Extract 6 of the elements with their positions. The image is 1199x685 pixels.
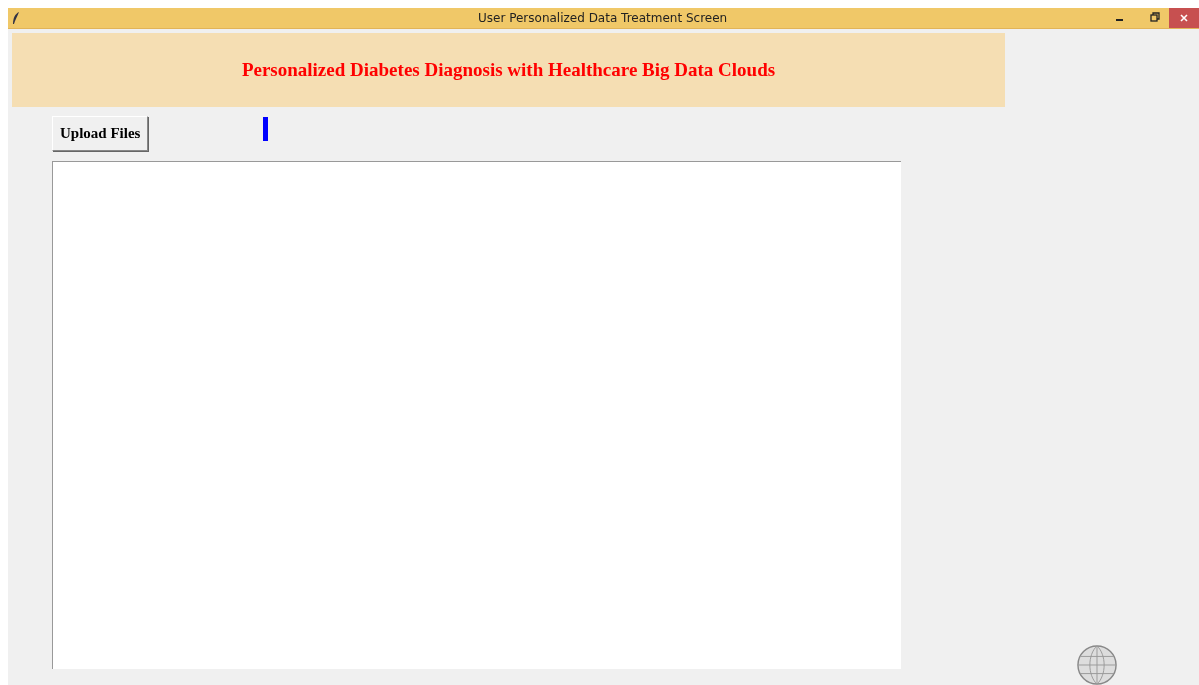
app-heading: Personalized Diabetes Diagnosis with Healthcare Big Data Clouds [241,59,776,81]
window-title: User Personalized Data Treatment Screen [478,11,728,25]
feather-icon [12,11,20,25]
upload-button[interactable]: Upload Files [52,116,149,151]
status-marker [263,117,269,141]
globe-icon [1076,645,1118,685]
